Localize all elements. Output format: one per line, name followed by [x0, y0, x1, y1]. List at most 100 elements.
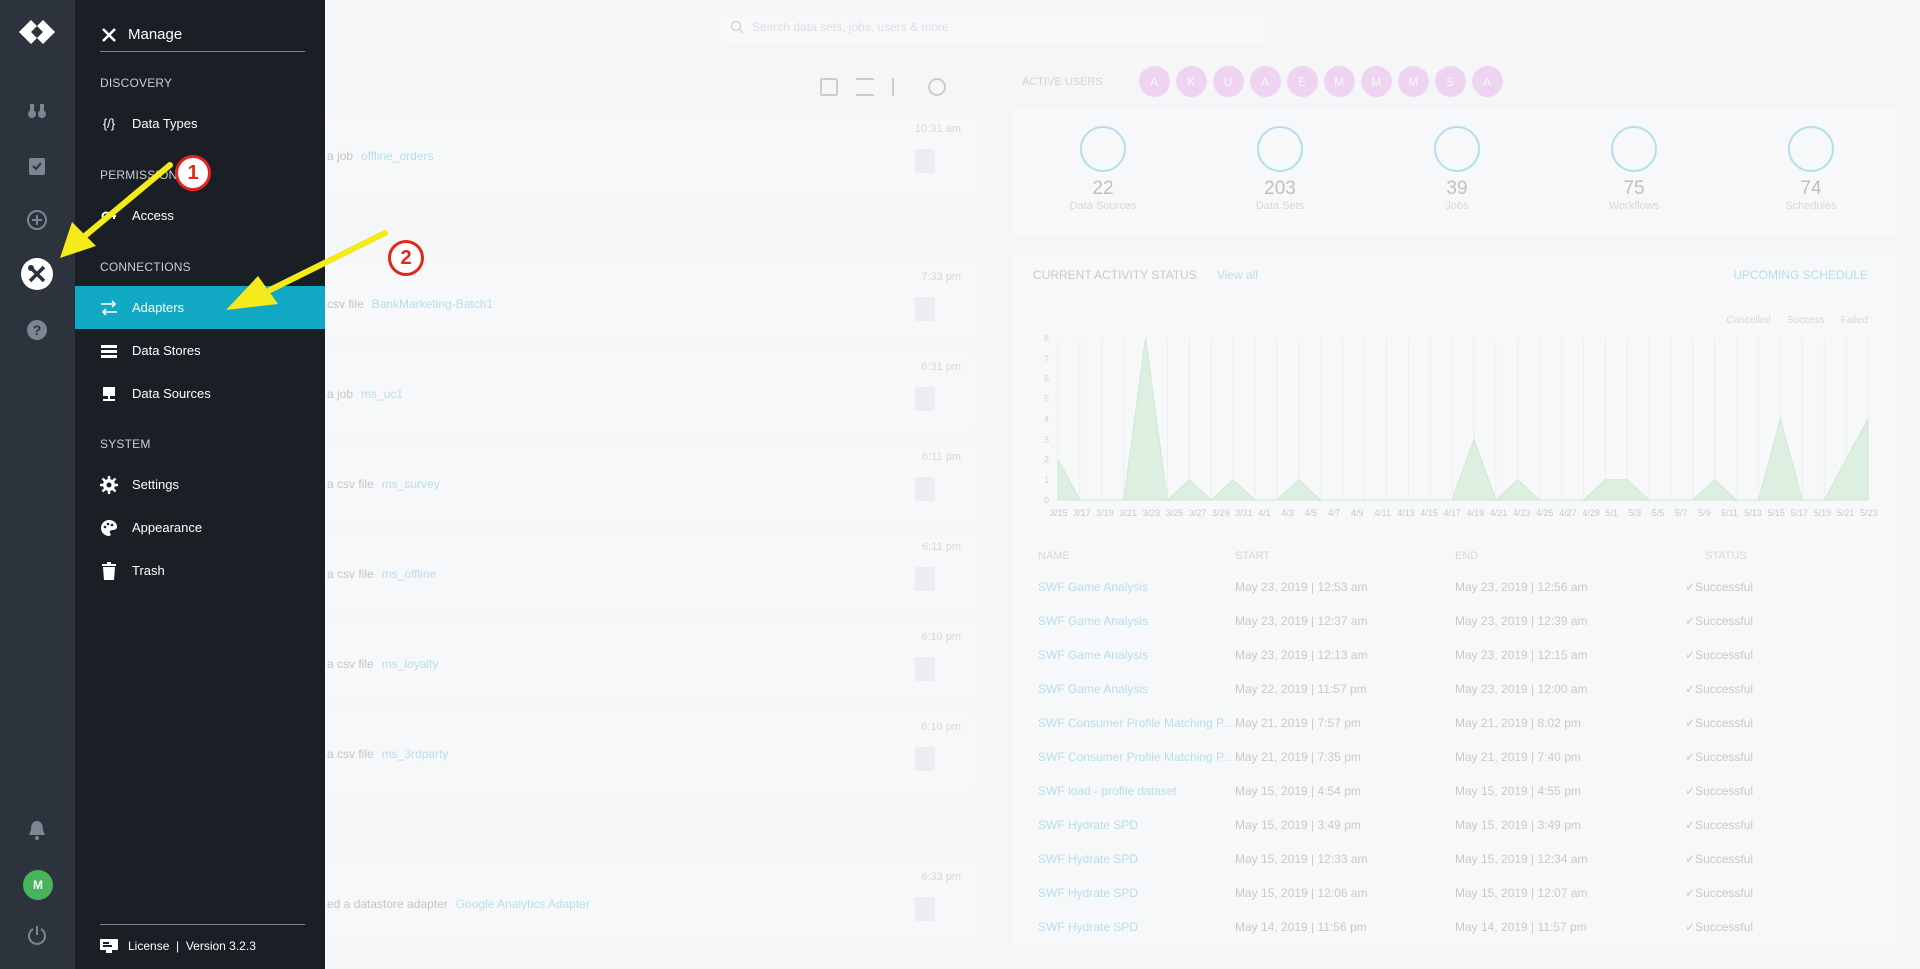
- table-row[interactable]: SWF Game Analysis May 23, 2019 | 12:13 am…: [1038, 648, 1878, 668]
- stat-card[interactable]: 203 Data Sets: [1220, 126, 1340, 212]
- feed-card[interactable]: 6:11 pm a csv file ms_survey: [325, 443, 975, 521]
- menu-item-data-types[interactable]: {/} Data Types: [75, 102, 325, 145]
- table-row[interactable]: SWF Hydrate SPD May 15, 2019 | 12:06 am Ma…: [1038, 886, 1878, 906]
- user-avatar[interactable]: M: [23, 870, 53, 900]
- manage-menu: Manage DISCOVERY {/} Data Types PERMISSI…: [75, 0, 325, 969]
- feed-card[interactable]: 7:33 pm csv file BankMarketing-Batch1: [325, 263, 975, 341]
- series-success-area: [1057, 337, 1869, 502]
- stat-card[interactable]: 75 Workflows: [1574, 126, 1694, 212]
- code-braces-icon: {/}: [102, 116, 116, 131]
- global-search[interactable]: Search data sets, jobs, users & more: [720, 10, 1270, 44]
- feed-card[interactable]: 6:11 pm a csv file ms_offline: [325, 533, 975, 611]
- stat-card[interactable]: 74 Schedules: [1751, 126, 1871, 212]
- add-circle-icon[interactable]: [22, 205, 52, 235]
- feed-card[interactable]: 10:31 am a job offline_orders: [325, 115, 975, 193]
- row-end: May 21, 2019 | 8:02 pm: [1455, 716, 1581, 730]
- upcoming-schedule-link[interactable]: UPCOMING SCHEDULE: [1733, 268, 1868, 282]
- user-avatar-chip[interactable]: M: [1397, 66, 1429, 97]
- view-all-link[interactable]: View all: [1217, 268, 1258, 282]
- cursor-icon[interactable]: [892, 78, 910, 96]
- adapter-arrows-icon: [100, 299, 118, 317]
- y-tick-label: 7: [1044, 353, 1049, 363]
- stat-card[interactable]: 22 Data Sources: [1043, 126, 1163, 212]
- x-tick-label: 4/15: [1420, 508, 1438, 518]
- table-row[interactable]: SWF Game Analysis May 23, 2019 | 12:37 am…: [1038, 614, 1878, 634]
- user-avatar-chip[interactable]: A: [1138, 66, 1170, 97]
- dashboard-background: Search data sets, jobs, users & more 10:…: [325, 0, 1920, 969]
- x-tick-label: 4/27: [1559, 508, 1577, 518]
- table-row[interactable]: SWF Hydrate SPD May 14, 2019 | 11:56 pm Ma…: [1038, 920, 1878, 940]
- license-footer[interactable]: License | Version 3.2.3: [100, 924, 305, 953]
- stat-card[interactable]: 39 Jobs: [1397, 126, 1517, 212]
- menu-item-settings[interactable]: Settings: [75, 463, 325, 506]
- menu-item-data-sources[interactable]: Data Sources: [75, 372, 325, 415]
- user-avatar-chip[interactable]: K: [1175, 66, 1207, 97]
- table-row[interactable]: SWF Game Analysis May 23, 2019 | 12:53 am…: [1038, 580, 1878, 600]
- file-icon: [915, 387, 935, 411]
- row-name[interactable]: SWF Consumer Profile Matching P...: [1038, 750, 1233, 764]
- menu-item-adapters[interactable]: Adapters: [75, 286, 325, 329]
- table-row[interactable]: SWF Hydrate SPD May 15, 2019 | 12:33 am Ma…: [1038, 852, 1878, 872]
- menu-item-trash[interactable]: Trash: [75, 549, 325, 592]
- row-status: ✓ Successful: [1685, 920, 1754, 934]
- help-icon[interactable]: ?: [22, 315, 52, 345]
- clipboard-check-icon[interactable]: [22, 150, 52, 180]
- feed-link[interactable]: BankMarketing-Batch1: [372, 297, 493, 311]
- user-avatar-chip[interactable]: S: [1434, 66, 1466, 97]
- row-name[interactable]: SWF Game Analysis: [1038, 580, 1233, 594]
- feed-link[interactable]: offline_orders: [361, 149, 434, 163]
- row-name[interactable]: SWF Hydrate SPD: [1038, 818, 1233, 832]
- user-avatar-chip[interactable]: U: [1212, 66, 1244, 97]
- row-name[interactable]: SWF Consumer Profile Matching P...: [1038, 716, 1233, 730]
- table-row[interactable]: SWF Game Analysis May 22, 2019 | 11:57 pm…: [1038, 682, 1878, 702]
- manage-tools-icon[interactable]: [20, 257, 54, 291]
- y-tick-label: 6: [1044, 374, 1049, 384]
- row-name[interactable]: SWF Game Analysis: [1038, 682, 1233, 696]
- row-name[interactable]: SWF Game Analysis: [1038, 648, 1233, 662]
- menu-item-access[interactable]: Access: [75, 194, 325, 237]
- user-avatar-chip[interactable]: M: [1360, 66, 1392, 97]
- row-name[interactable]: SWF Game Analysis: [1038, 614, 1233, 628]
- row-start: May 21, 2019 | 7:57 pm: [1235, 716, 1361, 730]
- user-avatar-chip[interactable]: A: [1249, 66, 1281, 97]
- menu-item-data-stores[interactable]: Data Stores: [75, 329, 325, 372]
- menu-item-appearance[interactable]: Appearance: [75, 506, 325, 549]
- row-name[interactable]: SWF Hydrate SPD: [1038, 852, 1233, 866]
- row-end: May 15, 2019 | 12:07 am: [1455, 886, 1588, 900]
- row-name[interactable]: SWF Hydrate SPD: [1038, 886, 1233, 900]
- table-row[interactable]: SWF load - profile dataset May 15, 2019 |…: [1038, 784, 1878, 804]
- file-icon: [915, 897, 935, 921]
- filter-sliders-icon[interactable]: [856, 78, 874, 96]
- table-row[interactable]: SWF Consumer Profile Matching P... May 21…: [1038, 750, 1878, 770]
- feed-time: 10:31 am: [915, 123, 961, 135]
- row-name[interactable]: SWF load - profile dataset: [1038, 784, 1233, 798]
- feed-card[interactable]: 6:33 pm ed a datastore adapter Google Anal…: [325, 863, 975, 941]
- row-name[interactable]: SWF Hydrate SPD: [1038, 920, 1233, 934]
- table-row[interactable]: SWF Hydrate SPD May 15, 2019 | 3:49 pm May…: [1038, 818, 1878, 838]
- power-icon[interactable]: [22, 920, 52, 950]
- feed-card[interactable]: 6:10 pm a csv file ms_3rdparty: [325, 713, 975, 791]
- row-start: May 22, 2019 | 11:57 pm: [1235, 682, 1367, 696]
- feed-link[interactable]: ms_uc1: [361, 387, 403, 401]
- col-start: START: [1235, 550, 1271, 562]
- row-start: May 15, 2019 | 12:33 am: [1235, 852, 1368, 866]
- feed-link[interactable]: ms_3rdparty: [382, 747, 449, 761]
- row-end: May 15, 2019 | 4:55 pm: [1455, 784, 1581, 798]
- feed-link[interactable]: ms_loyalty: [382, 657, 439, 671]
- refresh-icon[interactable]: [928, 78, 946, 96]
- user-avatar-chip[interactable]: E: [1286, 66, 1318, 97]
- x-tick-label: 3/17: [1073, 508, 1091, 518]
- stat-icon: [1257, 126, 1303, 172]
- feed-link[interactable]: ms_offline: [382, 567, 436, 581]
- feed-link[interactable]: ms_survey: [382, 477, 440, 491]
- table-row[interactable]: SWF Consumer Profile Matching P... May 21…: [1038, 716, 1878, 736]
- feed-card[interactable]: 6:10 pm a csv file ms_loyalty: [325, 623, 975, 701]
- user-avatar-chip[interactable]: M: [1323, 66, 1355, 97]
- calendar-icon[interactable]: [820, 78, 838, 96]
- bell-icon[interactable]: [22, 815, 52, 845]
- binoculars-icon[interactable]: [22, 96, 52, 126]
- feed-card[interactable]: 6:31 pm a job ms_uc1: [325, 353, 975, 431]
- app-logo-icon[interactable]: [17, 18, 57, 46]
- user-avatar-chip[interactable]: A: [1471, 66, 1503, 97]
- feed-link[interactable]: Google Analytics Adapter: [456, 897, 590, 911]
